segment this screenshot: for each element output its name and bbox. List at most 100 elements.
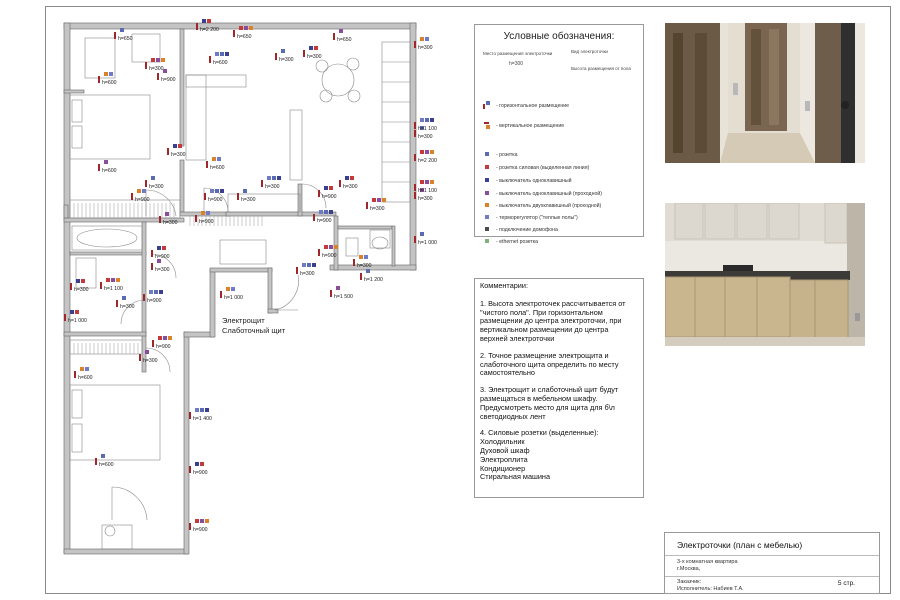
device-icon — [173, 144, 177, 148]
point-marker — [196, 23, 198, 30]
device-icon — [200, 408, 204, 412]
legend-swatch-icon — [483, 176, 492, 185]
legend-sample-height: h=300 — [509, 61, 524, 67]
device-icon — [377, 198, 381, 202]
legend-label: - ethernet розетка — [496, 238, 539, 245]
legend-item: - розетка — [483, 150, 518, 159]
height-label: h=1 000 — [418, 240, 437, 246]
height-label: h=650 — [118, 36, 133, 42]
device-icon — [201, 211, 205, 215]
point-marker — [261, 180, 263, 187]
height-label: h=1 500 — [334, 294, 353, 300]
floor-plan: h=650 h=2 200 h=650 h=650 h=300 h=600 h=300 h=3… — [63, 19, 437, 555]
legend-item: - подключение домофона — [483, 225, 558, 234]
height-label: h=300 — [418, 134, 433, 140]
legend-swatch-icon — [483, 237, 492, 246]
height-label: h=300 — [120, 304, 135, 310]
height-label: h=600 — [99, 462, 114, 468]
legend-swatch-icon — [483, 201, 492, 210]
device-icon — [249, 26, 253, 30]
hallway-render — [665, 23, 865, 163]
legend-swatch-icon — [483, 163, 492, 172]
device-icon — [425, 180, 429, 184]
legend-item: - выключатель одноклавишный — [483, 176, 572, 185]
point-marker — [296, 267, 298, 274]
legend-item: - розетка силовая (выделенная линия) — [483, 163, 589, 172]
device-icon — [281, 49, 285, 53]
device-icon — [116, 278, 120, 282]
device-icon — [319, 210, 323, 214]
device-icon — [200, 519, 204, 523]
legend-label: - подключение домофона — [496, 226, 558, 233]
height-label: h=900 — [147, 298, 162, 304]
device-icon — [85, 367, 89, 371]
device-icon — [420, 150, 424, 154]
height-label: h=900 — [161, 77, 176, 83]
device-icon — [382, 198, 386, 202]
device-icon — [81, 279, 85, 283]
height-label: h=600 — [78, 375, 93, 381]
point-marker — [414, 236, 416, 243]
device-icon — [312, 263, 316, 267]
height-label: h=1 100 — [418, 126, 437, 132]
point-marker — [414, 192, 416, 199]
device-icon — [272, 176, 276, 180]
device-icon — [217, 157, 221, 161]
power-item: Стиральная машина — [480, 472, 551, 482]
electrical-points — [64, 19, 434, 530]
device-icon — [168, 336, 172, 340]
legend-label: - терморегулятор ("теплые полы") — [496, 214, 578, 221]
height-label: h=300 — [307, 54, 322, 60]
device-icon — [162, 246, 166, 250]
device-icon — [158, 336, 162, 340]
device-icon — [163, 69, 167, 73]
point-marker — [145, 180, 147, 187]
point-marker — [414, 184, 416, 191]
point-marker — [98, 76, 100, 83]
height-label: h=900 — [317, 218, 332, 224]
comments-panel: Комментарии: 1. Высота электроточек расс… — [474, 278, 644, 498]
point-marker — [139, 354, 141, 361]
height-label: h=600 — [210, 165, 225, 171]
device-icon — [339, 29, 343, 33]
height-label: h=1 100 — [104, 286, 123, 292]
point-marker — [74, 371, 76, 378]
device-icon — [178, 144, 182, 148]
height-label: h=300 — [265, 184, 280, 190]
device-icon — [80, 367, 84, 371]
device-icon — [220, 189, 224, 193]
point-marker — [353, 259, 355, 266]
height-label: h=600 — [102, 168, 117, 174]
point-marker — [233, 30, 235, 37]
device-icon — [329, 186, 333, 190]
device-icon — [302, 263, 306, 267]
legend-swatch-icon — [483, 225, 492, 234]
device-icon — [149, 290, 153, 294]
device-icon — [202, 19, 206, 23]
point-marker — [167, 148, 169, 155]
legend-item: - выключатель одноклавишный (проходной) — [483, 189, 602, 198]
device-icon — [101, 454, 105, 458]
device-icon — [104, 160, 108, 164]
comment-1: 1. Высота электроточек рассчитывается от… — [480, 298, 626, 343]
legend-label: - горизонтальное размещение — [496, 102, 569, 109]
height-label: h=300 — [418, 45, 433, 51]
device-icon — [420, 232, 424, 236]
device-icon — [226, 287, 230, 291]
height-label: h=300 — [418, 196, 433, 202]
height-label: h=2 200 — [418, 158, 437, 164]
point-marker — [98, 164, 100, 171]
legend-sample-bottom: Высота размещения от пола — [571, 66, 631, 71]
height-label: h=300 — [149, 66, 164, 72]
device-icon — [307, 263, 311, 267]
device-icon — [334, 245, 338, 249]
point-marker — [237, 193, 239, 200]
device-icon — [215, 52, 219, 56]
point-marker — [318, 249, 320, 256]
device-icon — [359, 255, 363, 259]
device-icon — [200, 462, 204, 466]
device-icon — [324, 186, 328, 190]
device-icon — [243, 189, 247, 193]
panel-label-2: Слаботочный щит — [222, 326, 286, 335]
height-label: h=300 — [241, 197, 256, 203]
